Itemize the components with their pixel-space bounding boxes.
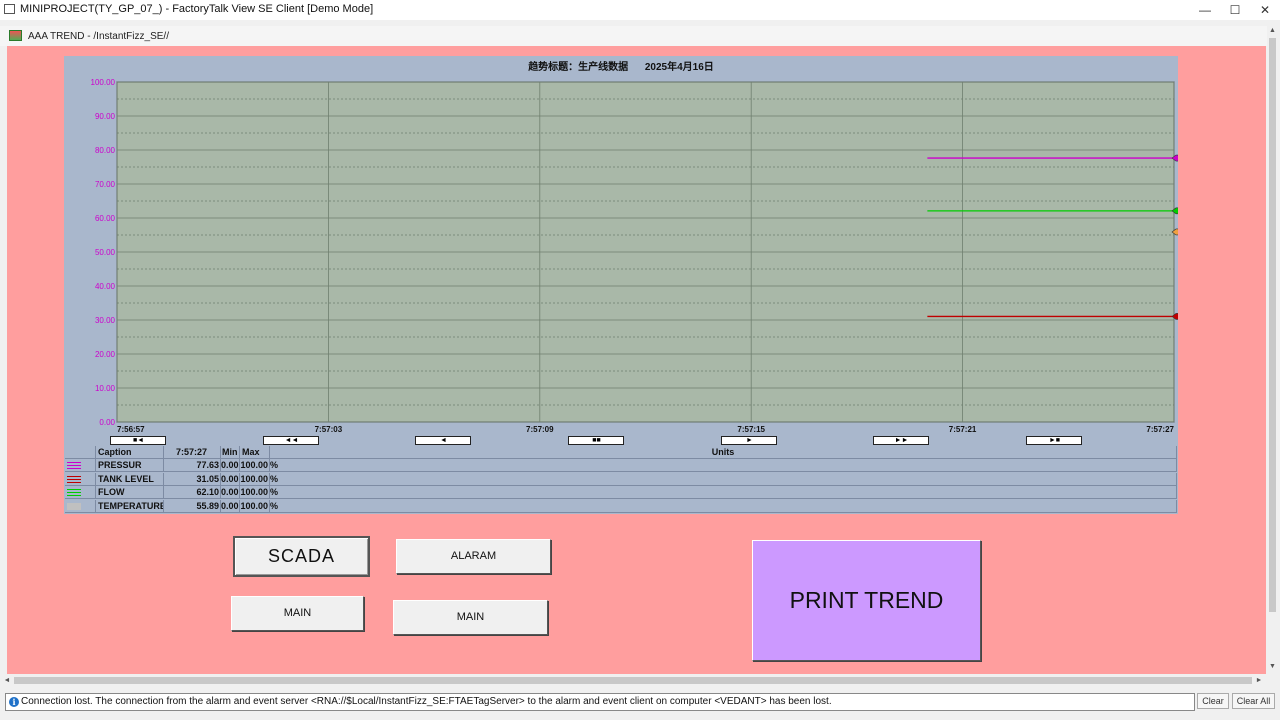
trend-legend: Caption 7:57:27 Min Max Units PRESSUR 77.63 0.0… xyxy=(65,446,1177,513)
trend-nav-button[interactable]: ► xyxy=(721,436,777,445)
legend-header-swatch xyxy=(65,446,96,459)
legend-row[interactable]: PRESSUR 77.63 0.00 100.00% xyxy=(65,459,1177,472)
legend-row[interactable]: TANK LEVEL 31.05 0.00 100.00% xyxy=(65,472,1177,486)
trend-navigation-bar: ■ ◄ ◄ ◄ ◄ ■ ■ ► ► ► ► ■ xyxy=(64,436,1178,446)
scroll-up-arrow-icon[interactable]: ▲ xyxy=(1267,26,1278,36)
legend-color-swatch xyxy=(67,489,81,496)
y-tick-label: 70.00 xyxy=(95,180,116,189)
legend-color-swatch xyxy=(67,462,81,469)
trend-nav-button[interactable]: ◄ ◄ xyxy=(263,436,319,445)
trend-nav-button[interactable]: ■ ■ xyxy=(568,436,624,445)
maximize-button[interactable]: ☐ xyxy=(1220,0,1250,20)
horizontal-scroll-thumb[interactable] xyxy=(14,677,1252,684)
legend-color-swatch xyxy=(67,502,81,510)
trend-title: 趋势标题：生产线数据 2025年4月16日 xyxy=(528,62,714,73)
window-titlebar: MINIPROJECT(TY_GP_07_) - FactoryTalk Vie… xyxy=(0,0,1280,20)
legend-header-units: Units xyxy=(270,446,1177,459)
status-message: Connection lost. The connection from the… xyxy=(21,696,832,707)
trend-object[interactable]: 100.00 90.00 80.00 70.00 60.00 50.00 40.00 30.0… xyxy=(64,56,1178,514)
y-tick-label: 90.00 xyxy=(95,112,116,121)
legend-min: 0.00 xyxy=(221,486,240,499)
legend-color-swatch xyxy=(67,475,81,483)
x-tick-label: 7:57:21 xyxy=(949,425,977,434)
legend-min: 0.00 xyxy=(221,472,240,486)
legend-header-time: 7:57:27 xyxy=(164,446,221,459)
legend-caption: PRESSUR xyxy=(96,459,164,472)
main-button[interactable]: MAIN xyxy=(231,596,364,631)
legend-max: 100.00 xyxy=(240,472,270,486)
legend-min: 0.00 xyxy=(221,459,240,472)
minimize-button[interactable]: — xyxy=(1190,0,1220,20)
app-icon xyxy=(4,4,15,14)
vertical-scroll-thumb[interactable] xyxy=(1269,38,1276,612)
horizontal-scrollbar[interactable]: ◄ ► xyxy=(0,675,1267,686)
y-tick-label: 10.00 xyxy=(95,384,116,393)
legend-units: % xyxy=(270,499,1177,513)
legend-value: 55.89 xyxy=(164,499,221,513)
x-tick-label: 7:57:15 xyxy=(737,425,765,434)
legend-max: 100.00 xyxy=(240,499,270,513)
legend-min: 0.00 xyxy=(221,499,240,513)
alarm-status-bar: i Connection lost. The connection from t… xyxy=(0,688,1280,720)
display-titlebar: AAA TREND - /InstantFizz_SE// xyxy=(0,26,1268,46)
y-tick-label: 20.00 xyxy=(95,350,116,359)
legend-swatch-cell xyxy=(65,472,96,486)
legend-row[interactable]: TEMPERATURE 55.89 0.00 100.00% xyxy=(65,499,1177,513)
close-button[interactable]: ✕ xyxy=(1250,0,1280,20)
legend-units: % xyxy=(270,459,1177,472)
legend-value: 62.10 xyxy=(164,486,221,499)
legend-value: 77.63 xyxy=(164,459,221,472)
legend-max: 100.00 xyxy=(240,486,270,499)
legend-header-min: Min xyxy=(221,446,240,459)
legend-header-max: Max xyxy=(240,446,270,459)
y-tick-label: 80.00 xyxy=(95,146,116,155)
legend-caption: TEMPERATURE xyxy=(98,499,164,513)
alarm-button[interactable]: ALARAM xyxy=(396,539,551,574)
y-tick-label: 60.00 xyxy=(95,214,116,223)
scada-button[interactable]: SCADA xyxy=(233,536,370,577)
trend-nav-button[interactable]: ► ► xyxy=(873,436,929,445)
legend-swatch-cell xyxy=(65,459,96,472)
scroll-left-arrow-icon[interactable]: ◄ xyxy=(2,675,12,686)
x-tick-label: 7:56:57 xyxy=(117,425,145,434)
clear-all-button[interactable]: Clear All xyxy=(1232,693,1275,709)
x-tick-label: 7:57:27 xyxy=(1146,425,1174,434)
legend-caption: FLOW xyxy=(96,486,164,499)
window-title: MINIPROJECT(TY_GP_07_) - FactoryTalk Vie… xyxy=(20,3,374,15)
legend-value: 31.05 xyxy=(164,472,221,486)
legend-units: % xyxy=(270,472,1177,486)
legend-swatch-cell xyxy=(65,499,96,513)
legend-header-row: Caption 7:57:27 Min Max Units xyxy=(65,446,1177,459)
y-tick-label: 0.00 xyxy=(99,418,115,427)
y-tick-label: 100.00 xyxy=(91,78,116,87)
y-tick-label: 30.00 xyxy=(95,316,116,325)
trend-nav-button[interactable]: ■ ◄ xyxy=(110,436,166,445)
vertical-scrollbar[interactable]: ▲ ▼ xyxy=(1267,26,1278,674)
display-title: AAA TREND - /InstantFizz_SE// xyxy=(28,31,169,42)
clear-button[interactable]: Clear xyxy=(1197,693,1229,709)
legend-swatch-cell xyxy=(65,486,96,499)
legend-caption: TANK LEVEL xyxy=(96,472,164,486)
x-tick-label: 7:57:09 xyxy=(526,425,554,434)
trend-chart: 100.00 90.00 80.00 70.00 60.00 50.00 40.00 30.0… xyxy=(91,78,1178,434)
print-trend-button[interactable]: PRINT TREND xyxy=(752,540,981,661)
status-message-box: i Connection lost. The connection from t… xyxy=(5,693,1195,711)
display-icon xyxy=(9,30,22,41)
legend-max: 100.00 xyxy=(240,459,270,472)
main-button-secondary[interactable]: MAIN xyxy=(393,600,548,635)
scroll-down-arrow-icon[interactable]: ▼ xyxy=(1267,662,1278,672)
x-tick-label: 7:57:03 xyxy=(315,425,343,434)
info-icon: i xyxy=(9,697,19,707)
y-tick-label: 40.00 xyxy=(95,282,116,291)
trend-nav-button[interactable]: ◄ xyxy=(415,436,471,445)
trend-nav-button[interactable]: ► ■ xyxy=(1026,436,1082,445)
scroll-right-arrow-icon[interactable]: ► xyxy=(1254,675,1264,686)
legend-header-caption: Caption xyxy=(96,446,164,459)
legend-units: % xyxy=(270,486,1177,499)
y-tick-label: 50.00 xyxy=(95,248,116,257)
legend-row[interactable]: FLOW 62.10 0.00 100.00% xyxy=(65,486,1177,499)
display-canvas: 100.00 90.00 80.00 70.00 60.00 50.00 40.00 30.0… xyxy=(7,46,1266,674)
